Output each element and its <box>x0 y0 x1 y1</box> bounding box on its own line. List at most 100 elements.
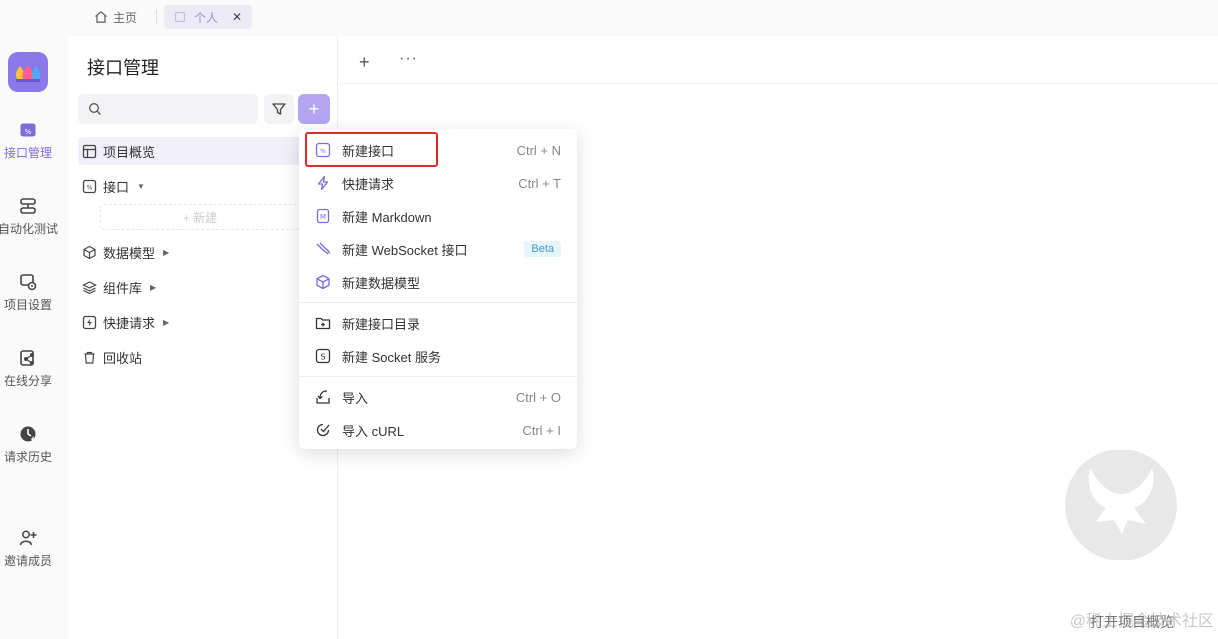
add-button[interactable]: + <box>298 94 330 124</box>
layers-icon <box>82 280 97 294</box>
tree-item-data-model[interactable]: 数据模型 ▶ <box>78 238 304 266</box>
tab-home[interactable]: 主页 <box>94 6 137 28</box>
main-toolbar: + ··· <box>339 36 1218 84</box>
api-management-panel: 接口管理 + 项目概览 % 接口 ▼ + 新建 数据模型 ▶ 组件库 ▶ 快捷请… <box>68 36 338 639</box>
tab-personal-label: 个人 <box>194 10 219 25</box>
tree-item-label: 数据模型 <box>103 245 156 261</box>
tree-item-label: 项目概览 <box>103 144 156 160</box>
folder-plus-icon <box>315 317 331 330</box>
filter-button[interactable] <box>264 94 294 124</box>
tree-item-quick-request[interactable]: 快捷请求 ▶ <box>78 308 304 336</box>
svg-text:%: % <box>87 184 93 191</box>
api-icon: % <box>20 123 36 137</box>
more-button[interactable]: ··· <box>399 50 418 68</box>
curl-icon <box>316 423 330 437</box>
rail-item-label: 接口管理 <box>3 146 52 160</box>
menu-item-new-data-model[interactable]: 新建数据模型 <box>299 267 577 297</box>
svg-text:S: S <box>320 353 325 362</box>
overview-icon <box>82 144 97 158</box>
trash-icon <box>84 351 95 364</box>
cube-icon <box>83 245 96 259</box>
menu-item-new-socket-service[interactable]: S 新建 Socket 服务 <box>299 341 577 371</box>
menu-item-label: 导入 cURL <box>342 423 405 439</box>
rail-item-label: 自动化测试 <box>0 222 58 236</box>
watermark-overlay-text: 打开项目概览 <box>1090 614 1174 630</box>
menu-item-label: 新建 WebSocket 接口 <box>342 242 468 258</box>
menu-item-label: 新建数据模型 <box>342 275 421 291</box>
svg-text:M: M <box>320 213 326 221</box>
bolt-icon <box>82 315 97 329</box>
new-tab-button[interactable]: + <box>359 52 370 73</box>
menu-item-import-curl[interactable]: 导入 cURL Ctrl + I <box>299 415 577 445</box>
add-user-icon <box>19 530 37 546</box>
menu-item-label: 新建 Socket 服务 <box>342 349 441 365</box>
rail-item-online-share[interactable]: 在线分享 <box>0 348 56 389</box>
settings-icon <box>20 274 37 291</box>
menu-divider <box>299 302 577 303</box>
caret-right-icon[interactable]: ▶ <box>163 318 169 327</box>
socket-icon: S <box>315 348 331 364</box>
rail-item-label: 邀请成员 <box>3 554 52 568</box>
search-icon <box>89 103 101 115</box>
layers-icon <box>20 198 36 214</box>
caret-right-icon[interactable]: ▶ <box>150 283 156 292</box>
tab-personal[interactable]: 个人 ✕ <box>164 5 252 29</box>
rail-item-api-management[interactable]: % 接口管理 <box>0 120 56 161</box>
menu-item-label: 快捷请求 <box>342 176 395 192</box>
rail-item-label: 在线分享 <box>3 374 52 388</box>
menu-item-quick-request[interactable]: 快捷请求 Ctrl + T <box>299 168 577 198</box>
tree-item-recycle-bin[interactable]: 回收站 <box>78 343 304 371</box>
caret-right-icon[interactable]: ▶ <box>163 248 169 257</box>
websocket-icon <box>316 242 331 255</box>
menu-item-new-api-folder[interactable]: 新建接口目录 <box>299 308 577 338</box>
tree-item-label: 组件库 <box>103 280 143 296</box>
filter-icon <box>272 103 286 115</box>
left-rail: % 接口管理 自动化测试 项目设置 在线分享 请求历史 邀请成员 <box>0 36 68 639</box>
menu-divider <box>299 376 577 377</box>
beta-badge: Beta <box>524 241 561 257</box>
cube-icon <box>316 274 330 290</box>
rail-item-automation-test[interactable]: 自动化测试 <box>0 196 60 237</box>
menu-item-import[interactable]: 导入 Ctrl + O <box>299 382 577 412</box>
rail-item-invite-members[interactable]: 邀请成员 <box>0 528 56 569</box>
watermark-logo <box>1062 449 1180 561</box>
api-icon: % <box>82 179 97 193</box>
caret-down-icon[interactable]: ▼ <box>137 182 145 191</box>
close-icon[interactable]: ✕ <box>232 10 242 24</box>
history-icon <box>20 426 36 442</box>
rail-item-request-history[interactable]: 请求历史 <box>0 424 56 465</box>
menu-item-label: 导入 <box>342 390 369 406</box>
highlight-box <box>305 132 438 167</box>
home-icon <box>95 10 107 23</box>
tree-item-label: 快捷请求 <box>103 315 156 331</box>
bolt-icon <box>317 175 329 191</box>
tree-item-label: 回收站 <box>103 350 143 366</box>
rail-item-label: 请求历史 <box>3 450 52 464</box>
tree-item-label: 接口 <box>103 179 130 195</box>
tab-page-icon <box>174 11 186 23</box>
menu-item-shortcut: Ctrl + O <box>515 389 561 405</box>
tab-home-label: 主页 <box>113 10 138 25</box>
rail-item-project-settings[interactable]: 项目设置 <box>0 272 56 313</box>
markdown-icon: M <box>316 208 330 224</box>
search-input[interactable] <box>78 94 258 124</box>
tree-item-api[interactable]: % 接口 ▼ <box>78 172 304 200</box>
app-logo <box>8 52 48 92</box>
tab-divider <box>156 10 157 24</box>
tree-item-component-library[interactable]: 组件库 ▶ <box>78 273 304 301</box>
menu-item-new-websocket[interactable]: 新建 WebSocket 接口 Beta <box>299 234 577 264</box>
menu-item-shortcut: Ctrl + T <box>518 175 561 191</box>
new-item-menu: % 新建接口 Ctrl + N 快捷请求 Ctrl + T M 新建 Markd… <box>299 129 577 449</box>
top-tab-bar: 主页 个人 ✕ <box>0 0 1218 36</box>
menu-item-label: 新建接口目录 <box>342 316 421 332</box>
import-icon <box>316 390 330 404</box>
menu-item-shortcut: Ctrl + N <box>516 142 561 158</box>
menu-item-new-markdown[interactable]: M 新建 Markdown <box>299 201 577 231</box>
panel-title: 接口管理 <box>87 58 159 78</box>
rail-item-label: 项目设置 <box>3 298 52 312</box>
tree-item-project-overview[interactable]: 项目概览 <box>78 137 304 165</box>
menu-item-shortcut: Ctrl + I <box>522 422 561 438</box>
new-api-placeholder[interactable]: + 新建 <box>100 204 300 230</box>
menu-item-label: 新建 Markdown <box>342 209 432 225</box>
share-icon <box>20 350 34 366</box>
